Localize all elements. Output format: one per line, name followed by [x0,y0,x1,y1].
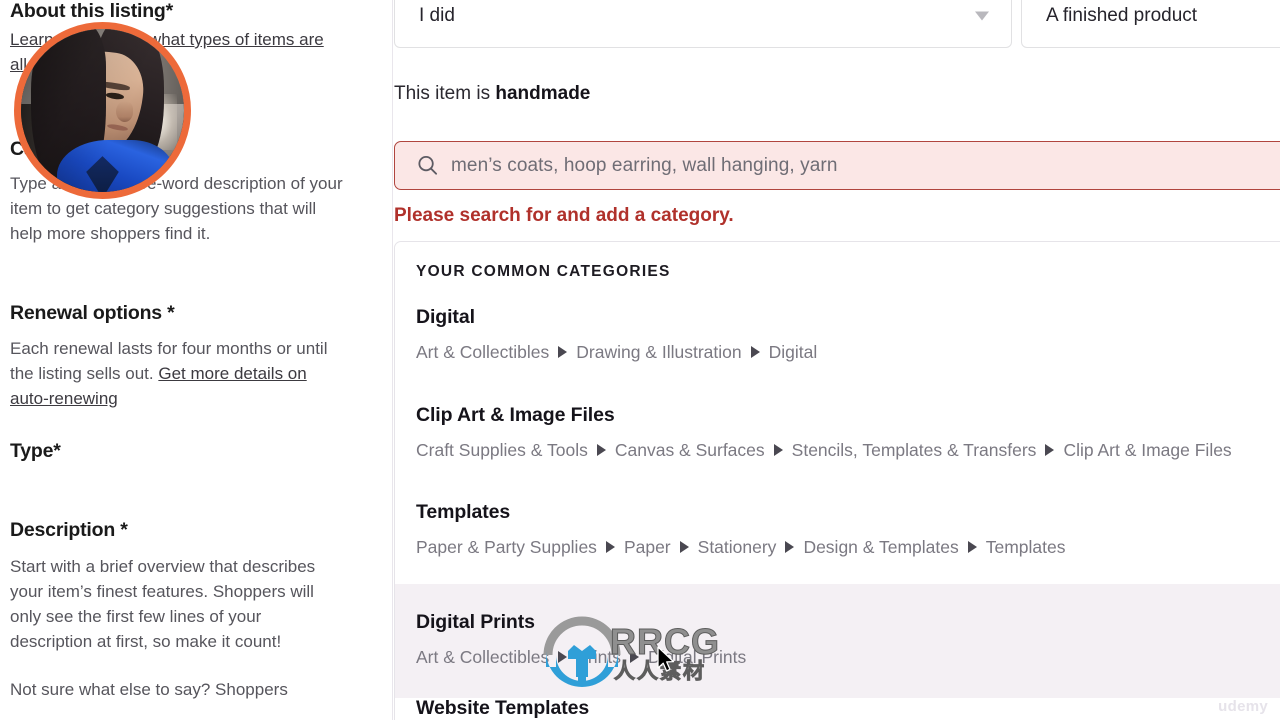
breadcrumb-segment: Templates [985,537,1066,557]
common-categories-title: YOUR COMMON CATEGORIES [416,263,671,280]
who-made-it-value: I did [419,5,455,26]
category-option-digital-prints[interactable]: Digital Prints Art & Collectibles Prints D… [395,584,1280,698]
breadcrumb-arrow-icon [558,346,568,359]
search-icon [418,155,438,175]
category-search-placeholder: men’s coats, hoop earring, wall hanging,… [451,154,838,176]
mouse-cursor-icon [657,646,675,672]
breadcrumb-arrow-icon [1045,444,1055,457]
category-option-name: Digital Prints [416,611,535,633]
who-made-it-select[interactable]: I did [394,0,1012,48]
breadcrumb-arrow-icon [629,651,639,664]
breadcrumb-arrow-icon [596,444,606,457]
category-option-path: Art & Collectibles Prints Digital Prints [416,647,1272,668]
presenter-webcam-avatar [14,22,191,199]
category-option-website-templates[interactable]: Website Templates [395,697,1280,720]
breadcrumb-segment: Stencils, Templates & Transfers [791,440,1037,460]
renewal-options-help-text: Each renewal lasts for four months or un… [10,336,350,411]
what-is-it-select[interactable]: A finished product [1021,0,1280,48]
breadcrumb-segment: Paper [623,537,671,557]
category-option-templates[interactable]: Templates Paper & Party Supplies Paper Sta… [395,501,1280,558]
breadcrumb-segment: Design & Templates [803,537,959,557]
breadcrumb-segment: Stationery [697,537,777,557]
breadcrumb-arrow-icon [785,541,795,554]
breadcrumb-arrow-icon [773,444,783,457]
breadcrumb-segment: Drawing & Illustration [576,342,742,362]
breadcrumb-segment: Clip Art & Image Files [1063,440,1232,460]
category-error-message: Please search for and add a category. [394,205,734,226]
description-help-text: Start with a brief overview that describ… [10,557,316,651]
udemy-watermark: udemy [1218,698,1268,715]
category-option-name: Website Templates [416,697,590,719]
category-option-digital[interactable]: Digital Art & Collectibles Drawing & Illu… [395,306,1280,363]
breadcrumb-segment: Prints [576,647,621,667]
category-option-path: Craft Supplies & Tools Canvas & Surfaces S… [416,440,1272,461]
what-is-it-value: A finished product [1046,5,1198,26]
category-search-field[interactable]: men’s coats, hoop earring, wall hanging,… [394,141,1280,190]
about-listing-heading: About this listing* [10,0,174,22]
breadcrumb-arrow-icon [750,346,760,359]
breadcrumb-segment: Digital [768,342,818,362]
type-heading: Type* [10,440,61,462]
type-help-block: Type* [10,440,350,463]
common-categories-card: YOUR COMMON CATEGORIES Digital Art & Col… [394,241,1280,720]
description-heading: Description * [10,519,128,541]
category-option-clip-art-image-files[interactable]: Clip Art & Image Files Craft Supplies & … [395,404,1280,461]
renewal-options-block: Renewal options * Each renewal lasts for… [10,302,350,411]
breadcrumb-arrow-icon [605,541,615,554]
breadcrumb-segment: Canvas & Surfaces [614,440,765,460]
item-is-value: handmade [495,83,591,104]
category-option-name: Clip Art & Image Files [416,404,615,426]
item-is-prefix: This item is [394,83,496,104]
description-help-text-2: Not sure what else to say? Shoppers [10,680,288,699]
avatar-image [21,29,184,192]
breadcrumb-segment: Paper & Party Supplies [416,537,597,557]
breadcrumb-segment: Art & Collectibles [416,647,550,667]
item-is-statement: This item is handmade [394,83,590,105]
breadcrumb-segment: Craft Supplies & Tools [416,440,588,460]
who-what-select-row: I did A finished product [394,0,1280,50]
breadcrumb-arrow-icon [558,651,568,664]
chevron-down-icon [975,11,989,21]
category-option-path: Paper & Party Supplies Paper Stationery Des… [416,537,1272,558]
category-option-name: Templates [416,501,511,523]
breadcrumb-arrow-icon [967,541,977,554]
listing-form-column: I did A finished product This item is ha… [393,0,1280,720]
category-option-name: Digital [416,306,475,328]
etsy-listing-form-screen: About this listing* Learn more about wha… [0,0,1280,720]
renewal-options-heading: Renewal options * [10,302,175,324]
category-option-path: Art & Collectibles Drawing & Illustration… [416,342,1272,363]
breadcrumb-arrow-icon [679,541,689,554]
description-help-block: Description * Start with a brief overvie… [10,519,340,702]
breadcrumb-segment: Art & Collectibles [416,342,550,362]
